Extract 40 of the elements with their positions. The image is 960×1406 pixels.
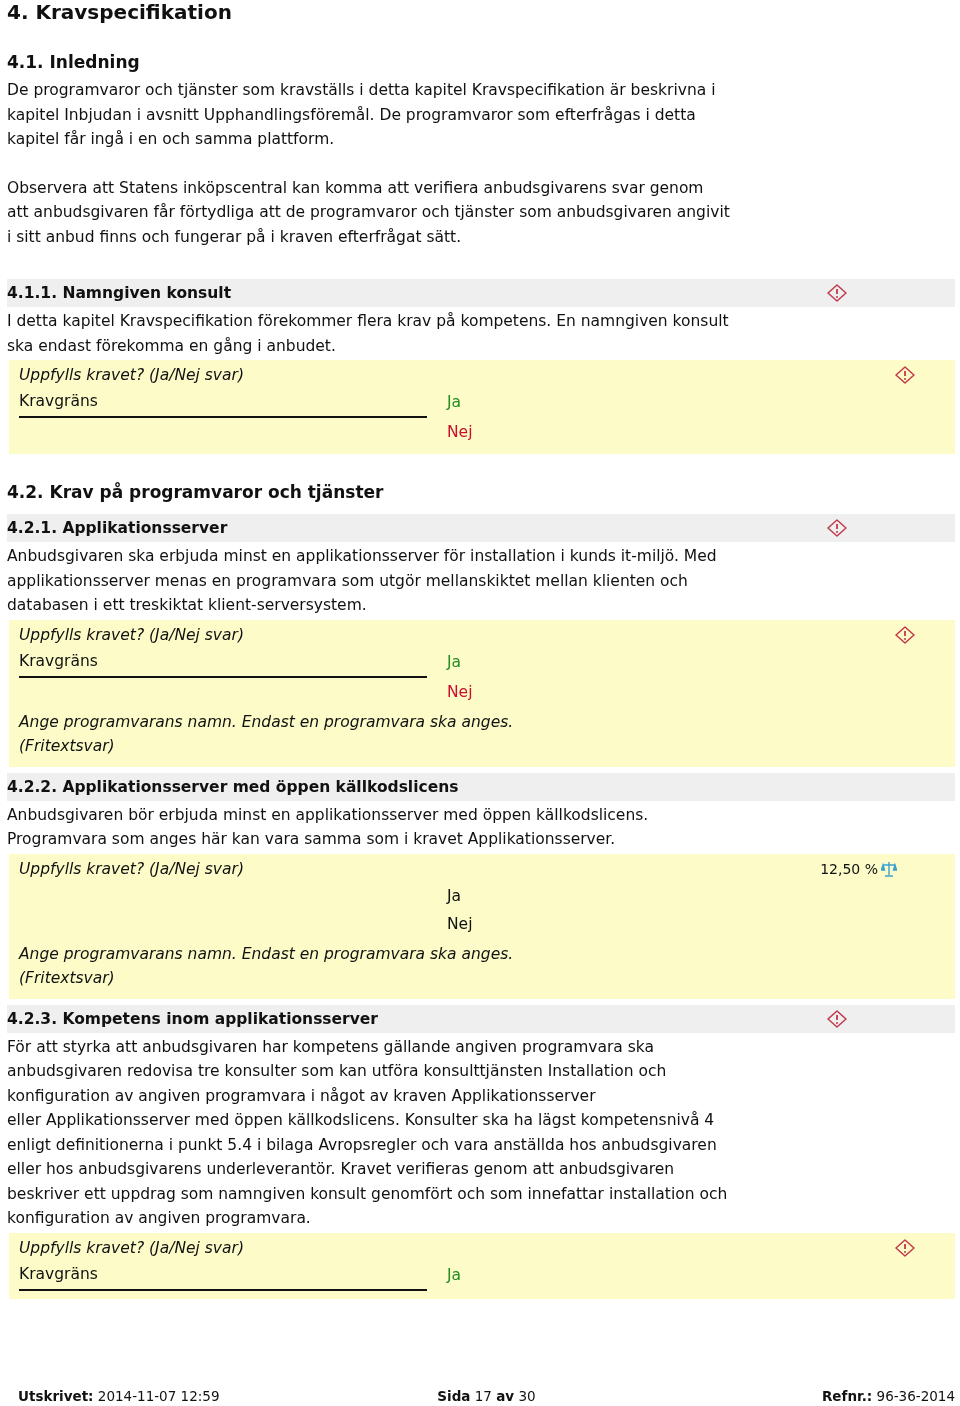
warning-icon (895, 625, 915, 644)
section-heading: 4.1. Inledning (7, 51, 141, 74)
requirement-title: 4.1.1. Namngiven konsult (7, 284, 232, 302)
page-number: Sida 17 av 30 (437, 1388, 536, 1404)
answer-option[interactable]: Nej (447, 677, 915, 706)
weight-percentage: 12,50 % (820, 860, 878, 877)
requirement-title: 4.2.3. Kompetens inom applikationsserver (7, 1009, 378, 1028)
answer-option[interactable]: Ja (447, 388, 915, 418)
reference-number: Refnr.: 96-36-2014 (821, 1388, 955, 1404)
scale-icon (881, 860, 897, 877)
requirement-title: 4.2.1. Applikationsserver (7, 519, 228, 537)
threshold-label: Kravgräns (19, 1260, 427, 1291)
question-label: Uppfylls kravet? (Ja/Nej svar) (19, 624, 244, 646)
answer-option[interactable]: Nej (447, 909, 915, 938)
question-label: Uppfylls kravet? (Ja/Nej svar) (19, 1237, 244, 1259)
threshold-label: Kravgräns (19, 647, 427, 678)
warning-icon (895, 1238, 915, 1257)
question-label: Uppfylls kravet? (Ja/Nej svar) (19, 858, 244, 880)
paragraph: Observera att Statens inköpscentral kan komma att verifiera anbudsgivarens svar genom att anbudsgivaren får förtydliga att de programvaror och tjänster som anbudsgivaren angivit i sitt anbud finns och fungerar på i kraven efterfrågat sätt. (7, 177, 731, 248)
answer-option[interactable]: Ja (447, 647, 915, 678)
warning-icon (827, 1009, 847, 1028)
chapter-title: 4. Kravspecifikation (7, 0, 233, 24)
warning-icon (827, 519, 847, 537)
requirement-title: 4.2.2. Applikationsserver med öppen källkodslicens (7, 777, 459, 796)
paragraph: I detta kapitel Kravspecifikation förekommer flera krav på kompetens. En namngiven konsult ska endast förekomma en gång i anbudet. (7, 311, 730, 357)
warning-icon (895, 366, 915, 384)
printed-date: Utskrivet: 2014-11-07 12:59 (18, 1388, 220, 1404)
free-text-prompt: Ange programvarans namn. Endast en programvara ska anges. (Fritextsvar) (19, 711, 515, 757)
answer-option[interactable]: Nej (447, 418, 915, 446)
answer-option[interactable]: Ja (447, 881, 915, 910)
section-heading: 4.2. Krav på programvaror och tjänster (7, 481, 385, 504)
paragraph: Anbudsgivaren bör erbjuda minst en applikationsserver med öppen källkodslicens. Programvara som anges här kan vara samma som i kravet Applikationsserver. (7, 804, 650, 850)
free-text-prompt: Ange programvarans namn. Endast en programvara ska anges. (Fritextsvar) (19, 943, 515, 989)
answer-option[interactable]: Ja (447, 1260, 915, 1291)
paragraph: De programvaror och tjänster som kravställs i detta kapitel Kravspecifikation är beskrivna i kapitel Inbjudan i avsnitt Upphandlingsföremål. De programvaror som efterfrågas i detta kapitel får ingå i en och samma plattform. (7, 80, 717, 150)
threshold-label: Kravgräns (19, 388, 427, 418)
paragraph: Anbudsgivaren ska erbjuda minst en applikationsserver för installation i kunds it-miljö. Med applikationsserver menas en programvara som utgör mellanskiktet mellan klienten och databasen i ett treskiktat klient-serversystem. (7, 546, 718, 616)
question-label: Uppfylls kravet? (Ja/Nej svar) (19, 365, 244, 386)
warning-icon (827, 284, 847, 302)
paragraph: För att styrka att anbudsgivaren har kompetens gällande angiven programvara ska anbudsgivaren redovisa tre konsulter som kan utföra konsulttjänsten Installation och konfiguration av angiven programvara i något av kraven Applikationsserver eller Applikationsserver med öppen källkodslicens. Konsulter ska ha lägst kompetensnivå 4 enligt definitionerna i punkt 5.4 i bilaga Avropsregler och vara anställda hos anbudsgivaren eller hos anbudsgivarens underleverantör. Kravet verifieras genom att anbudsgivaren beskriver ett uppdrag som namngiven konsult genomfört och som innefattar installation och konfiguration av angiven programvara. (7, 1036, 729, 1229)
